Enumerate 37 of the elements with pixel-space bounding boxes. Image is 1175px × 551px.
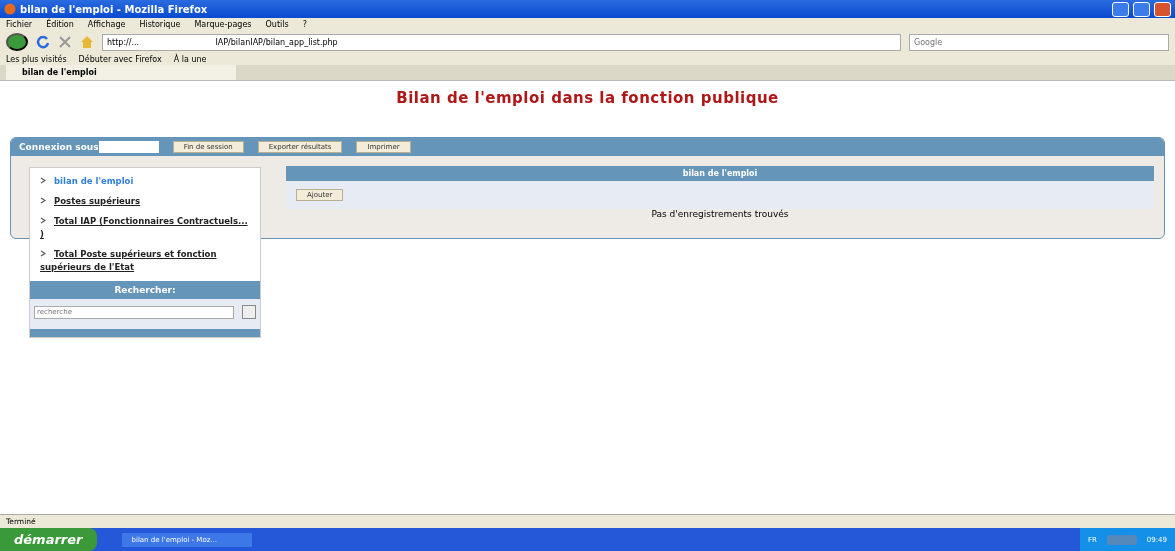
stop-icon[interactable] [58,35,72,49]
menu-item[interactable]: Outils [265,20,289,29]
bookmark-link[interactable]: Débuter avec Firefox [78,54,162,64]
chevron-icon [40,177,46,184]
menu-item[interactable]: ? [302,20,307,29]
empty-message: Pas d'enregistrements trouvés [286,209,1154,223]
chevron-icon [40,197,46,204]
session-label: Connexion sous [19,142,99,152]
menu-item[interactable]: Affichage [87,20,126,29]
chevron-icon [40,217,46,224]
search-heading: Rechercher: [30,281,260,299]
menu-item[interactable]: Édition [46,20,74,29]
menu-item[interactable]: Marque-pages [194,20,252,29]
table-header: bilan de l'emploi [286,166,1154,181]
page-title: Bilan de l'emploi dans la fonction publique [395,89,780,107]
search-field[interactable]: Google [909,33,1169,51]
reload-icon[interactable] [36,35,50,49]
close-button[interactable] [1154,1,1171,17]
menu-item[interactable]: Historique [139,20,181,29]
firefox-icon [4,3,16,15]
address-field[interactable]: http://... IAP/bilanIAP/bilan_app_list.php [102,33,901,51]
chevron-icon [40,250,46,257]
start-button[interactable]: démarrer [0,528,97,551]
bookmark-link[interactable]: À la une [173,54,207,64]
username-field [98,141,159,153]
bookmark-link[interactable]: Les plus visités [6,54,67,64]
sidebar-link[interactable]: Total Poste supérieurs et fonction supérieurs de l'Etat [40,248,250,274]
sidebar-link[interactable]: Total IAP (Fonctionnaires Contractuels... ) [40,215,250,241]
sidebar-link[interactable]: Postes supérieurs [40,195,250,208]
browser-tab[interactable]: bilan de l'emploi [6,65,236,80]
back-button[interactable] [6,33,28,51]
search-button[interactable] [242,305,256,319]
window-title: bilan de l'emploi - Mozilla Firefox [20,3,208,15]
minimize-button[interactable] [1112,1,1129,17]
maximize-button[interactable] [1133,1,1150,17]
sidebar-link[interactable]: bilan de l'emploi [40,175,250,188]
menu-item[interactable]: Fichier [6,20,33,29]
